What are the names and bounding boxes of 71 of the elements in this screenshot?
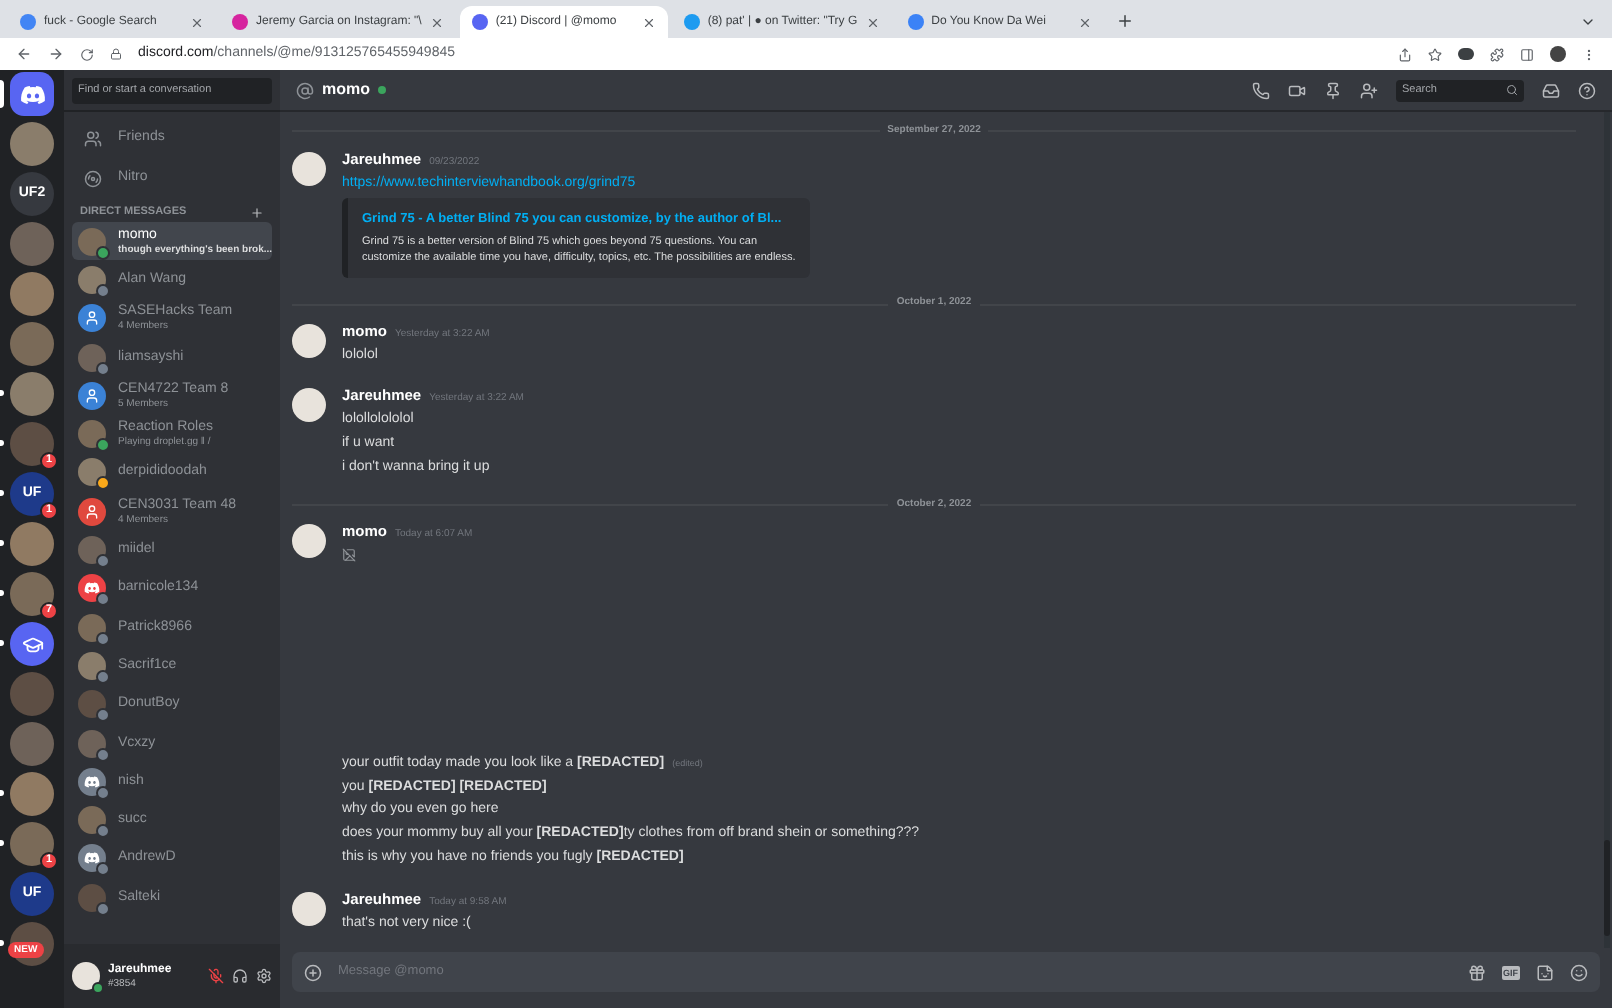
side-panel-icon[interactable]	[1520, 47, 1534, 61]
gift-icon[interactable]	[1467, 963, 1485, 981]
sticker-icon[interactable]	[1536, 963, 1554, 981]
avatar-placeholder	[78, 690, 106, 719]
site-icon	[907, 14, 924, 30]
plus-icon[interactable]	[250, 205, 264, 219]
avatar-placeholder	[78, 265, 106, 294]
inbox-icon[interactable]	[1542, 81, 1560, 99]
avatar-placeholder	[78, 651, 106, 680]
avatar-placeholder	[78, 613, 106, 642]
discord-logo-icon	[84, 850, 100, 867]
reload-icon[interactable]	[80, 47, 94, 61]
people-icon	[84, 130, 102, 148]
site-icon	[232, 14, 248, 30]
add-user-icon[interactable]	[1360, 81, 1378, 99]
avatar-placeholder	[72, 962, 100, 990]
person-icon	[84, 503, 100, 520]
avatar-placeholder	[78, 458, 106, 487]
headphones-icon[interactable]	[232, 968, 248, 984]
avatar-placeholder	[292, 891, 326, 926]
avatar-placeholder	[78, 343, 106, 372]
close-icon[interactable]	[429, 15, 444, 29]
avatar-placeholder	[292, 323, 326, 358]
lock-icon	[110, 48, 122, 60]
discord-logo-icon	[19, 81, 45, 107]
phone-icon[interactable]	[1252, 81, 1270, 99]
close-icon[interactable]	[1077, 15, 1092, 29]
person-icon	[84, 387, 100, 404]
discord-logo-icon	[84, 580, 100, 597]
close-icon[interactable]	[190, 15, 204, 29]
avatar-placeholder	[292, 524, 326, 559]
new-tab-icon[interactable]	[1115, 12, 1134, 30]
plus-circle-icon[interactable]	[304, 963, 322, 981]
avatar-placeholder	[78, 806, 106, 835]
pin-icon[interactable]	[1324, 81, 1342, 99]
server-icon[interactable]	[10, 622, 54, 666]
channel-title: momo	[322, 78, 370, 102]
share-icon[interactable]	[1398, 47, 1412, 61]
star-icon[interactable]	[1428, 47, 1442, 61]
avatar-placeholder	[292, 388, 326, 423]
server-icon[interactable]	[10, 72, 54, 116]
extension-icon[interactable]	[1458, 48, 1474, 60]
site-icon	[20, 14, 36, 30]
search-icon	[1506, 84, 1518, 96]
avatar-placeholder	[78, 729, 106, 757]
profile-avatar[interactable]	[1550, 46, 1566, 62]
broken-image-icon	[342, 548, 356, 563]
person-icon	[84, 310, 100, 327]
site-icon	[471, 14, 488, 30]
avatar-placeholder	[78, 536, 106, 565]
at-sign-icon	[296, 81, 314, 99]
chevron-down-icon[interactable]	[1580, 14, 1596, 30]
menu-icon[interactable]	[1582, 47, 1596, 61]
microphone-off-icon[interactable]	[208, 968, 224, 984]
video-camera-icon[interactable]	[1288, 81, 1306, 99]
site-icon	[683, 14, 700, 30]
graduation-cap-icon	[21, 633, 43, 655]
puzzle-icon[interactable]	[1490, 47, 1504, 61]
discord-logo-icon	[84, 773, 100, 790]
avatar-placeholder	[78, 420, 106, 449]
avatar-placeholder	[78, 883, 106, 912]
forward-icon[interactable]	[48, 46, 64, 62]
avatar-placeholder	[292, 151, 326, 185]
disc-icon	[84, 170, 102, 188]
settings-icon[interactable]	[256, 968, 272, 984]
back-icon[interactable]	[16, 46, 32, 62]
close-icon[interactable]	[865, 15, 880, 29]
close-icon[interactable]	[641, 15, 656, 29]
help-icon[interactable]	[1578, 81, 1596, 99]
avatar-placeholder	[78, 227, 106, 256]
smile-icon[interactable]	[1570, 963, 1588, 981]
